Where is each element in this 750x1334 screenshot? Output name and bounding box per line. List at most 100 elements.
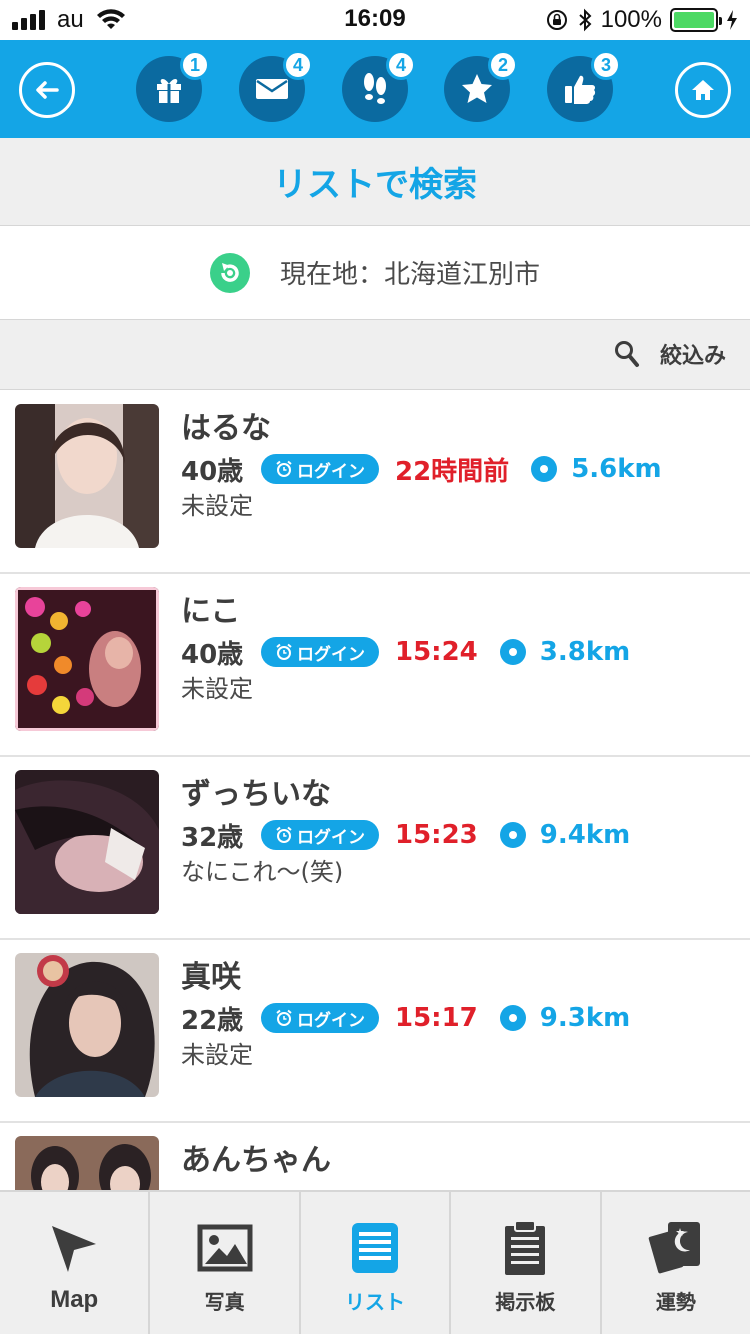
footprints-button[interactable]: 4 xyxy=(342,50,416,122)
user-distance: 3.8km xyxy=(539,637,631,667)
mail-icon xyxy=(256,79,288,99)
back-button[interactable] xyxy=(19,62,75,118)
user-distance: 5.6km xyxy=(571,454,662,484)
user-name: あんちゃん xyxy=(181,1143,331,1178)
tab-photo[interactable]: 写真 xyxy=(150,1192,301,1334)
tab-fortune[interactable]: 運勢 xyxy=(602,1192,750,1334)
footprints-icon xyxy=(364,73,386,104)
login-badge: ログイン xyxy=(261,820,379,850)
favorites-badge: 2 xyxy=(488,50,518,80)
login-label: ログイン xyxy=(297,644,365,665)
battery-percent: 100% xyxy=(600,6,662,33)
tab-label: 写真 xyxy=(204,1290,245,1314)
user-age: 32歳 xyxy=(181,822,244,853)
gift-button[interactable]: 1 xyxy=(136,50,210,122)
user-name: にこ xyxy=(181,594,241,629)
location-pin-icon xyxy=(499,639,526,665)
status-bar: au 16:09 100% xyxy=(0,0,750,40)
favorites-button[interactable]: 2 xyxy=(444,50,518,122)
battery-icon xyxy=(670,8,722,32)
list-item[interactable]: 真咲 22歳 ログイン 15:17 9.3km 未設定 xyxy=(0,940,750,1123)
list-item[interactable]: はるな 40歳 ログイン 22時間前 5.6km 未設定 xyxy=(0,391,750,574)
tab-board[interactable]: 掲示板 xyxy=(451,1192,602,1334)
thumbs-up-icon xyxy=(565,75,596,104)
tab-label: 運勢 xyxy=(655,1290,696,1314)
last-login-time: 15:17 xyxy=(395,1003,478,1033)
user-comment: 未設定 xyxy=(181,492,253,520)
tab-label: 掲示板 xyxy=(495,1290,556,1314)
page-header: リストで検索 xyxy=(0,138,750,226)
login-badge: ログイン xyxy=(261,637,379,667)
user-comment: 未設定 xyxy=(181,675,253,703)
login-label: ログイン xyxy=(297,827,365,848)
current-location-label: 現在地：北海道江別市 xyxy=(279,260,540,290)
bluetooth-icon xyxy=(578,8,592,32)
alarm-clock-icon xyxy=(276,460,292,477)
user-name: ずっちいな xyxy=(181,777,331,812)
user-distance: 9.3km xyxy=(539,1003,631,1033)
login-badge: ログイン xyxy=(261,454,379,484)
filter-bar: 絞込み xyxy=(0,320,750,390)
last-login-time: 15:24 xyxy=(395,637,478,667)
list-icon xyxy=(352,1223,399,1273)
user-distance: 9.4km xyxy=(539,820,631,850)
tab-label: Map xyxy=(50,1286,99,1313)
user-comment: なにこれ〜(笑) xyxy=(181,858,344,886)
list-item[interactable]: ずっちいな 32歳 ログイン 15:23 9.4km なにこれ〜(笑) xyxy=(0,757,750,940)
home-button[interactable] xyxy=(675,62,731,118)
last-login-time: 22時間前 xyxy=(395,456,510,487)
list-item[interactable]: あんちゃん xyxy=(0,1123,750,1191)
login-badge: ログイン xyxy=(261,1003,379,1033)
tab-map[interactable]: Map xyxy=(0,1192,151,1334)
avatar[interactable] xyxy=(15,404,159,548)
like-button[interactable]: 3 xyxy=(547,50,621,122)
gift-icon xyxy=(157,79,181,103)
user-list: はるな 40歳 ログイン 22時間前 5.6km 未設定 にこ 40歳 ログイン… xyxy=(0,391,750,1191)
refresh-location-button[interactable] xyxy=(209,252,250,293)
login-label: ログイン xyxy=(297,1010,365,1031)
rotation-lock-icon xyxy=(546,10,567,30)
avatar[interactable] xyxy=(15,1136,159,1191)
filter-button[interactable]: 絞込み xyxy=(614,338,726,370)
tab-list[interactable]: リスト xyxy=(301,1192,452,1334)
location-pin-icon xyxy=(531,456,558,482)
alarm-clock-icon xyxy=(276,1009,292,1026)
filter-label: 絞込み xyxy=(659,344,726,369)
location-pin-icon xyxy=(499,822,526,848)
bottom-tab-bar: Map 写真 リスト 掲示板 運勢 xyxy=(0,1190,750,1334)
like-badge: 3 xyxy=(591,50,621,80)
refresh-icon xyxy=(221,262,239,282)
tarot-cards-icon xyxy=(646,1222,700,1276)
list-item[interactable]: にこ 40歳 ログイン 15:24 3.8km 未設定 xyxy=(0,574,750,757)
avatar[interactable] xyxy=(15,587,159,731)
user-name: はるな xyxy=(181,411,271,446)
user-comment: 未設定 xyxy=(181,1041,253,1069)
photo-icon xyxy=(197,1224,253,1272)
page-title: リストで検索 xyxy=(273,165,477,205)
location-bar: 現在地：北海道江別市 xyxy=(0,226,750,320)
back-arrow-icon xyxy=(36,81,59,99)
last-login-time: 15:23 xyxy=(395,820,478,850)
mail-badge: 4 xyxy=(283,50,313,80)
avatar[interactable] xyxy=(15,953,159,1097)
user-age: 22歳 xyxy=(181,1005,244,1036)
gift-badge: 1 xyxy=(180,50,210,80)
clipboard-icon xyxy=(505,1220,546,1275)
charging-icon xyxy=(727,10,737,30)
alarm-clock-icon xyxy=(276,643,292,660)
tab-label: リスト xyxy=(345,1290,406,1314)
login-label: ログイン xyxy=(297,461,365,482)
user-name: 真咲 xyxy=(181,960,241,995)
user-age: 40歳 xyxy=(181,639,244,670)
alarm-clock-icon xyxy=(276,826,292,843)
mail-button[interactable]: 4 xyxy=(239,50,313,122)
home-icon xyxy=(692,80,714,100)
cursor-arrow-icon xyxy=(52,1226,97,1272)
user-age: 40歳 xyxy=(181,456,244,487)
search-icon xyxy=(614,341,639,367)
avatar[interactable] xyxy=(15,770,159,914)
star-icon xyxy=(462,74,492,103)
location-pin-icon xyxy=(499,1005,526,1031)
top-nav-bar: 1 4 4 2 3 xyxy=(0,40,750,138)
footprints-badge: 4 xyxy=(386,50,416,80)
